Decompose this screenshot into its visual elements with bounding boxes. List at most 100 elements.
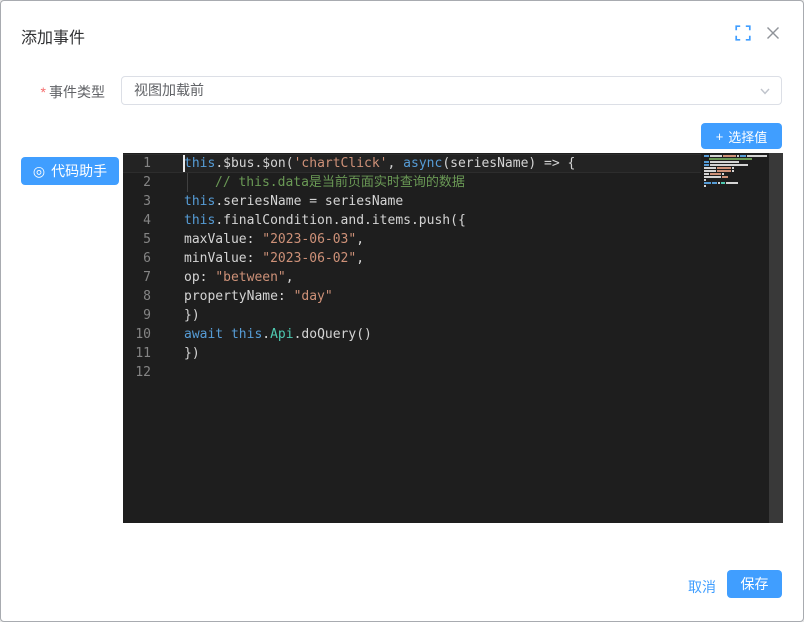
- code-line[interactable]: 8propertyName: "day": [123, 287, 701, 306]
- code-token: ,: [286, 270, 294, 285]
- code-line[interactable]: 2 // this.data是当前页面实时查询的数据: [123, 173, 701, 192]
- code-token: ,: [388, 156, 404, 171]
- text-cursor: [183, 155, 185, 172]
- fullscreen-button[interactable]: [735, 25, 751, 41]
- code-token: op:: [184, 270, 215, 285]
- fullscreen-icon: [735, 29, 751, 44]
- select-value-button[interactable]: +选择值: [701, 123, 782, 149]
- minimap-token: [721, 182, 725, 184]
- minimap-token: [722, 173, 724, 175]
- code-text: this.$bus.$on('chartClick', async(series…: [151, 154, 575, 173]
- add-event-dialog: 添加事件 *事件类型 视图加载前 +选择值 ◎代码助手: [0, 0, 804, 622]
- code-token: .seriesName = seriesName: [215, 194, 403, 209]
- dialog-title: 添加事件: [21, 24, 85, 48]
- code-line[interactable]: 4this.finalCondition.and.items.push({: [123, 211, 701, 230]
- code-token: "2023-06-02": [262, 251, 356, 266]
- required-mark: *: [41, 84, 46, 100]
- minimap-token: [737, 155, 739, 157]
- code-line[interactable]: 5maxValue: "2023-06-03",: [123, 230, 701, 249]
- minimap-token: [704, 185, 706, 187]
- minimap-token: [732, 167, 734, 169]
- code-token: .: [262, 327, 270, 342]
- code-text: }): [151, 306, 200, 325]
- code-text: [151, 363, 184, 382]
- code-token: // this.data是当前页面实时查询的数据: [215, 175, 465, 190]
- minimap-line: [704, 182, 768, 184]
- line-number: 2: [123, 173, 151, 192]
- code-text: await this.Api.doQuery(): [151, 325, 372, 344]
- code-token: }): [184, 308, 200, 323]
- minimap-line: [704, 185, 768, 187]
- cancel-button[interactable]: 取消: [688, 577, 716, 597]
- code-token: await: [184, 327, 231, 342]
- code-line[interactable]: 1this.$bus.$on('chartClick', async(serie…: [123, 154, 701, 173]
- minimap-line: [704, 170, 768, 172]
- minimap-token: [718, 182, 720, 184]
- line-number: 12: [123, 363, 151, 382]
- code-token: minValue:: [184, 251, 262, 266]
- minimap-token: [717, 167, 731, 169]
- code-line[interactable]: 11}): [123, 344, 701, 363]
- minimap-line: [704, 176, 768, 178]
- event-type-value: 视图加载前: [134, 77, 204, 104]
- line-number: 6: [123, 249, 151, 268]
- code-token: .$bus.$on(: [215, 156, 293, 171]
- code-token: }): [184, 346, 200, 361]
- line-number: 8: [123, 287, 151, 306]
- code-token: [187, 173, 215, 192]
- line-number: 3: [123, 192, 151, 211]
- editor-scrollbar[interactable]: [769, 153, 783, 523]
- code-token: maxValue:: [184, 232, 262, 247]
- minimap-token: [717, 170, 731, 172]
- minimap-token: [704, 179, 706, 181]
- code-token: "between": [215, 270, 285, 285]
- minimap-line: [704, 173, 768, 175]
- code-line[interactable]: 12: [123, 363, 701, 382]
- code-text: this.finalCondition.and.items.push({: [151, 211, 466, 230]
- minimap-token: [704, 161, 709, 163]
- chevron-down-icon: [758, 84, 772, 98]
- minimap-line: [704, 167, 768, 169]
- save-button[interactable]: 保存: [727, 570, 782, 598]
- code-text: op: "between",: [151, 268, 294, 287]
- code-assistant-button[interactable]: ◎代码助手: [21, 157, 119, 185]
- plus-icon: +: [716, 129, 724, 144]
- minimap-token: [747, 155, 767, 157]
- line-number: 4: [123, 211, 151, 230]
- minimap-token: [722, 176, 728, 178]
- close-button[interactable]: [763, 23, 783, 43]
- line-number: 11: [123, 344, 151, 363]
- minimap-token: [704, 170, 716, 172]
- minimap-token: [704, 155, 709, 157]
- minimap-line: [704, 188, 768, 190]
- code-line[interactable]: 6 minValue: "2023-06-02",: [123, 249, 701, 268]
- code-token: this: [231, 327, 262, 342]
- minimap-token: [740, 155, 746, 157]
- minimap-line: [704, 164, 768, 166]
- minimap-token: [726, 182, 738, 184]
- line-number: 7: [123, 268, 151, 287]
- line-number: 9: [123, 306, 151, 325]
- line-number: 1: [123, 154, 151, 173]
- code-line[interactable]: 7op: "between",: [123, 268, 701, 287]
- minimap-line: [704, 158, 768, 160]
- minimap-token: [712, 182, 717, 184]
- code-editor[interactable]: 1this.$bus.$on('chartClick', async(serie…: [123, 153, 783, 523]
- minimap[interactable]: [704, 155, 768, 191]
- minimap-token: [704, 173, 709, 175]
- minimap-token: [709, 158, 752, 160]
- event-type-select[interactable]: 视图加载前: [121, 76, 782, 105]
- code-token: .doQuery(): [294, 327, 372, 342]
- code-text: maxValue: "2023-06-03",: [151, 230, 364, 249]
- minimap-token: [704, 164, 709, 166]
- code-line[interactable]: 9}): [123, 306, 701, 325]
- code-line[interactable]: 3this.seriesName = seriesName: [123, 192, 701, 211]
- minimap-line: [704, 155, 768, 157]
- code-token: ,: [356, 251, 364, 266]
- minimap-token: [710, 161, 739, 163]
- minimap-token: [710, 164, 748, 166]
- line-number: 5: [123, 230, 151, 249]
- code-line[interactable]: 10await this.Api.doQuery(): [123, 325, 701, 344]
- code-text: this.seriesName = seriesName: [151, 192, 403, 211]
- code-token: this: [184, 156, 215, 171]
